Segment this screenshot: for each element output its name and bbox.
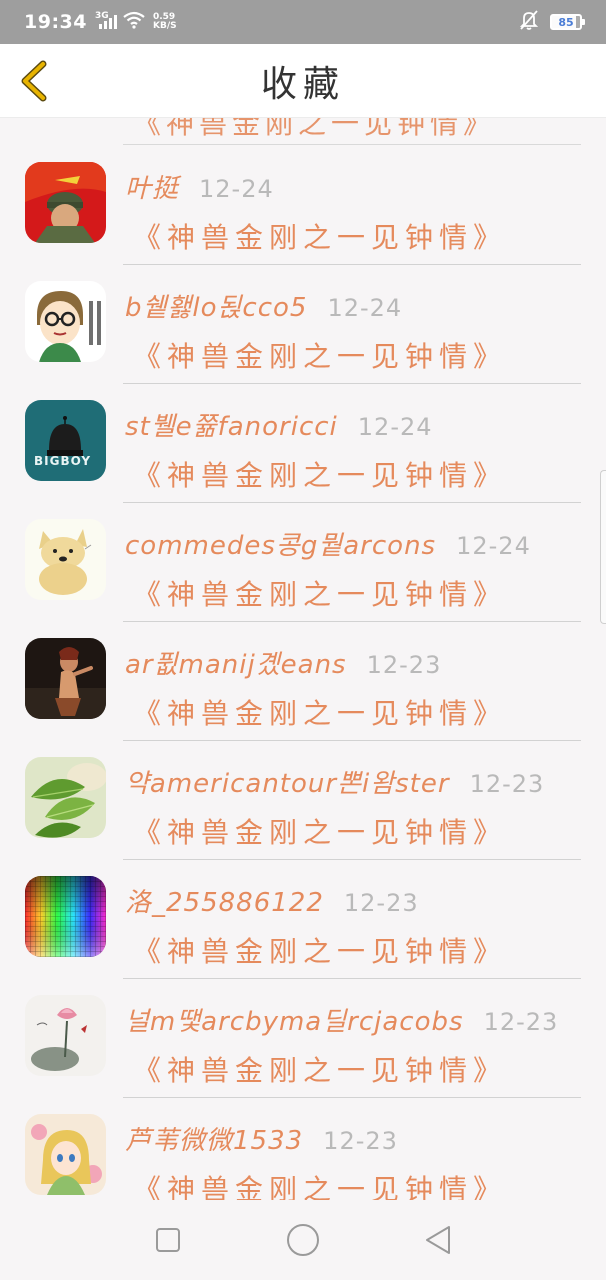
- wifi-icon: [123, 11, 145, 33]
- list-item-date: 12-23: [469, 770, 545, 798]
- list-item-name: 芦苇微微1533 12-23: [125, 1126, 398, 1156]
- list-item-partial[interactable]: 《神兽金刚之一见钟情》: [0, 118, 606, 146]
- leaf-avatar[interactable]: [25, 757, 106, 838]
- list-item-name: 叶挺 12-24: [125, 174, 274, 204]
- battery-level: 85: [558, 15, 574, 29]
- status-bar: 19:34 3G 0.59 KB/S 85: [0, 0, 606, 44]
- network-speed: 0.59 KB/S: [153, 13, 177, 31]
- network-speed-unit: KB/S: [152, 21, 177, 31]
- list-item-subtitle: 《神兽金刚之一见钟情》: [133, 816, 508, 849]
- list-item-name: st뷀e쯂fanoricci 12-24: [125, 412, 433, 442]
- ink-lotus-avatar[interactable]: [25, 995, 106, 1076]
- page-title: 收藏: [260, 63, 345, 105]
- list-item-date: 12-23: [323, 1127, 398, 1155]
- soldier-avatar[interactable]: [25, 162, 106, 243]
- bell-muted-icon: [519, 10, 539, 34]
- list-item[interactable]: 叶挺 12-24 《神兽金刚之一见钟情》: [0, 146, 606, 265]
- list-item-name: commedes콩g뭩arcons 12-24: [125, 531, 531, 561]
- scrollbar[interactable]: [600, 470, 606, 624]
- list-item-name: b쉩홿lo됝cco5 12-24: [125, 293, 403, 323]
- cartoon-glasses-avatar[interactable]: [25, 281, 106, 362]
- divider: [123, 144, 581, 145]
- list-item[interactable]: 약americantour뽄i왐ster 12-23 《神兽金刚之一见钟情》: [0, 741, 606, 860]
- list-item-name: 약americantour뽄i왐ster 12-23: [125, 769, 545, 799]
- list-item-date: 12-24: [456, 532, 531, 560]
- status-time: 19:34: [24, 11, 87, 33]
- dancer-avatar[interactable]: [25, 638, 106, 719]
- list-item-subtitle: 《神兽金刚之一见钟情》: [133, 459, 508, 492]
- list-item-subtitle: 《神兽金刚之一见钟情》: [133, 1054, 508, 1087]
- list-item[interactable]: ar퓞manij곘eans 12-23 《神兽金刚之一见钟情》: [0, 622, 606, 741]
- list-item[interactable]: commedes콩g뭩arcons 12-24 《神兽金刚之一见钟情》: [0, 503, 606, 622]
- system-nav-bar: [0, 1200, 606, 1280]
- home-button[interactable]: [283, 1220, 323, 1260]
- list-item-subtitle: 《神兽金刚之一见钟情》: [133, 221, 508, 254]
- triangle-back-icon: [426, 1226, 451, 1254]
- status-icons: 3G 0.59 KB/S: [95, 11, 177, 33]
- list-item-name: 洛_255886122 12-23: [125, 888, 419, 918]
- recents-button[interactable]: [148, 1220, 188, 1260]
- list-item-subtitle: 《神兽金刚之一见钟情》: [133, 935, 508, 968]
- list-item[interactable]: 洛_255886122 12-23 《神兽金刚之一见钟情》: [0, 860, 606, 979]
- list-item-subtitle: 《神兽金刚之一见钟情》: [133, 118, 497, 140]
- doge-avatar[interactable]: [25, 519, 106, 600]
- cell-signal-icon: 3G: [95, 11, 117, 31]
- avatar-label: BIGBOY: [34, 454, 92, 468]
- back-button[interactable]: [14, 58, 54, 104]
- list-item-subtitle: 《神兽金刚之一见钟情》: [133, 1173, 508, 1200]
- battery-icon: 85: [550, 14, 585, 30]
- list-item-date: 12-23: [343, 889, 419, 917]
- list-item-name: 널m땣arcbyma딜rcjacobs 12-23: [125, 1007, 559, 1037]
- back-nav-button[interactable]: [418, 1220, 458, 1260]
- circle-icon: [286, 1224, 319, 1256]
- status-right: 85: [519, 10, 585, 34]
- anime-girl-avatar[interactable]: [25, 1114, 106, 1195]
- list-item[interactable]: 널m땣arcbyma딜rcjacobs 12-23 《神兽金刚之一见钟情》: [0, 979, 606, 1098]
- list-item[interactable]: b쉩홿lo됝cco5 12-24 《神兽金刚之一见钟情》: [0, 265, 606, 384]
- square-icon: [155, 1228, 180, 1252]
- list-item-date: 12-24: [357, 413, 433, 441]
- list-item-date: 12-24: [327, 294, 403, 322]
- list-item-subtitle: 《神兽金刚之一见钟情》: [133, 340, 508, 373]
- color-grid-avatar[interactable]: [25, 876, 106, 957]
- list-item-date: 12-23: [366, 651, 442, 679]
- favorites-list[interactable]: 《神兽金刚之一见钟情》 叶挺 12-24 《神兽金刚之一见钟情》 b쉩홿lo됝c…: [0, 118, 606, 1200]
- list-item-subtitle: 《神兽金刚之一见钟情》: [133, 578, 508, 611]
- list-item-subtitle: 《神兽金刚之一见钟情》: [133, 697, 508, 730]
- list-item-date: 12-24: [199, 175, 274, 203]
- list-item-date: 12-23: [483, 1008, 559, 1036]
- header: 收藏: [0, 44, 606, 118]
- list-item[interactable]: BIGBOY st뷀e쯂fanoricci 12-24 《神兽金刚之一见钟情》: [0, 384, 606, 503]
- list-item-name: ar퓞manij곘eans 12-23: [125, 650, 442, 680]
- chevron-left-icon: [21, 60, 47, 102]
- list-item[interactable]: 芦苇微微1533 12-23 《神兽金刚之一见钟情》: [0, 1098, 606, 1200]
- bigboy-avatar[interactable]: BIGBOY: [25, 400, 106, 481]
